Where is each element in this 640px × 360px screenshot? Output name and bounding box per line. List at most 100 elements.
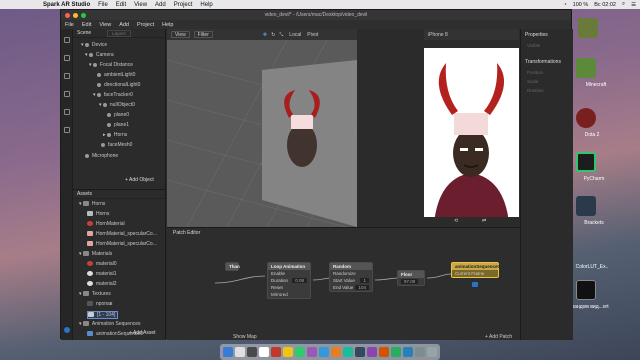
menu-project[interactable]: Project bbox=[174, 2, 193, 8]
view-dropdown[interactable]: View bbox=[171, 31, 190, 38]
patch-node-floor[interactable]: Floor 97.00 bbox=[397, 270, 425, 286]
dock-app-icon[interactable] bbox=[403, 347, 413, 357]
app-menu-help[interactable]: Help bbox=[162, 22, 173, 28]
asset-material0[interactable]: material0 bbox=[87, 261, 117, 267]
dock-app-icon[interactable] bbox=[391, 347, 401, 357]
dock-app-icon[interactable] bbox=[247, 347, 257, 357]
wifi-icon[interactable]: ◔ bbox=[563, 2, 566, 8]
dock-app-icon[interactable] bbox=[379, 347, 389, 357]
close-window-button[interactable] bbox=[65, 12, 70, 18]
patch-output-icon[interactable] bbox=[472, 282, 478, 287]
dock-app-icon[interactable] bbox=[331, 347, 341, 357]
scene-node-camera[interactable]: ▾ Camera bbox=[85, 52, 114, 58]
asset-horns-model[interactable]: Horns bbox=[87, 211, 109, 217]
dock-app-icon[interactable] bbox=[283, 347, 293, 357]
app-menu-project[interactable]: Project bbox=[137, 22, 154, 28]
dock-app-icon[interactable] bbox=[415, 347, 425, 357]
asset-texture-1[interactable]: пропав bbox=[87, 301, 112, 307]
menu-file[interactable]: File bbox=[98, 2, 108, 8]
asset-texture-sequence[interactable]: [1 - 104] bbox=[87, 311, 119, 319]
duration-input[interactable]: 0.08 bbox=[292, 278, 307, 283]
menu-list-icon[interactable]: ☰ bbox=[631, 2, 636, 8]
add-patch-button[interactable]: + Add Patch bbox=[485, 334, 512, 340]
dock-app-icon[interactable] bbox=[271, 347, 281, 357]
scene-node-ambient-light[interactable]: ambientLight0 bbox=[97, 72, 135, 78]
dock-app-icon[interactable] bbox=[295, 347, 305, 357]
help-icon[interactable] bbox=[64, 327, 70, 333]
pycharm-icon[interactable] bbox=[576, 152, 596, 172]
menu-add[interactable]: Add bbox=[155, 2, 166, 8]
scene-node-null-object[interactable]: ▾ nullObject0 bbox=[99, 102, 135, 108]
asset-folder-animation[interactable]: ▾ Animation Sequences bbox=[79, 321, 141, 327]
scene-tool-icon[interactable] bbox=[64, 37, 70, 43]
dock-app-icon[interactable] bbox=[259, 347, 269, 357]
asset-horn-material[interactable]: HornMaterial bbox=[87, 221, 125, 227]
app-menu-edit[interactable]: Edit bbox=[82, 22, 91, 28]
dock-app-icon[interactable] bbox=[367, 347, 377, 357]
patch-node-animation-sequence[interactable]: animationSequence0 Current Frame bbox=[451, 262, 500, 278]
play-icon[interactable] bbox=[64, 73, 70, 79]
filter-dropdown[interactable]: Filter bbox=[193, 31, 213, 38]
dock-app-icon[interactable] bbox=[319, 347, 329, 357]
cs-icon[interactable] bbox=[578, 18, 598, 38]
asset-horn-specular-2[interactable]: HornMaterial_specularCo... bbox=[87, 241, 157, 247]
app-menu-add[interactable]: Add bbox=[119, 22, 129, 28]
scene-node-device[interactable]: ▾ Device bbox=[81, 42, 107, 48]
start-value-input[interactable]: 1 bbox=[360, 278, 369, 283]
app-name-menu[interactable]: Spark AR Studio bbox=[43, 2, 90, 8]
asset-material2[interactable]: material2 bbox=[87, 281, 117, 287]
menu-view[interactable]: View bbox=[134, 2, 147, 8]
scene-node-face-mesh[interactable]: faceMesh0 bbox=[101, 142, 132, 148]
scene-node-horns[interactable]: ▸ Horns bbox=[103, 132, 127, 138]
asset-folder-textures[interactable]: ▾ Textures bbox=[79, 291, 111, 297]
device-selector[interactable]: iPhone 8 bbox=[428, 32, 448, 38]
asset-horn-specular-1[interactable]: HornMaterial_specularCo... bbox=[87, 231, 157, 237]
show-map-button[interactable]: Show Map bbox=[233, 334, 257, 340]
app-menu-file[interactable]: File bbox=[65, 22, 74, 28]
patch-node-loop-animation[interactable]: Loop Animation Enable Duration 0.08 Reset… bbox=[267, 262, 311, 299]
dota-icon[interactable] bbox=[576, 108, 596, 128]
dock-app-icon[interactable] bbox=[343, 347, 353, 357]
app-menu-view[interactable]: View bbox=[99, 22, 111, 28]
menu-help[interactable]: Help bbox=[200, 2, 212, 8]
upload-icon[interactable] bbox=[576, 280, 596, 300]
patch-node-than[interactable]: Than bbox=[225, 262, 240, 271]
scale-tool-icon[interactable]: ⤡ bbox=[279, 32, 283, 38]
dock-app-icon[interactable] bbox=[235, 347, 245, 357]
minimize-window-button[interactable] bbox=[73, 12, 78, 18]
asset-material1[interactable]: material1 bbox=[87, 271, 117, 277]
minecraft-icon[interactable] bbox=[576, 58, 596, 78]
scene-node-focal-distance[interactable]: ▾ Focal Distance bbox=[89, 62, 133, 68]
camera-switch-icon[interactable]: ⇄ bbox=[482, 218, 486, 224]
dock-app-icon[interactable] bbox=[355, 347, 365, 357]
add-object-button[interactable]: + Add Object bbox=[125, 177, 154, 183]
clock-text[interactable]: Вс 02:02 bbox=[594, 2, 616, 8]
rotate-device-icon[interactable]: ⟲ bbox=[454, 218, 458, 224]
scene-node-plane1[interactable]: plane1 bbox=[107, 122, 129, 128]
share-icon[interactable] bbox=[64, 109, 70, 115]
device-icon[interactable] bbox=[64, 91, 70, 97]
scene-node-plane0[interactable]: plane0 bbox=[107, 112, 129, 118]
move-tool-icon[interactable]: ✥ bbox=[263, 32, 267, 38]
dock-app-icon[interactable] bbox=[307, 347, 317, 357]
patch-node-random[interactable]: Random Randomize Start Value 1 End Value 1… bbox=[329, 262, 373, 292]
search-icon[interactable]: ⌕ bbox=[622, 1, 625, 8]
local-toggle[interactable]: Local bbox=[289, 32, 301, 38]
menu-edit[interactable]: Edit bbox=[116, 2, 126, 8]
brackets-icon[interactable] bbox=[576, 196, 596, 216]
patch-editor[interactable]: Patch Editor Than Loop Animation Enable … bbox=[167, 227, 520, 340]
dock-app-icon[interactable] bbox=[427, 347, 437, 357]
scene-node-directional-light[interactable]: directionalLight0 bbox=[97, 82, 140, 88]
scene-viewport[interactable]: View Filter ✥ ↻ ⤡ Local Pivot bbox=[167, 29, 357, 227]
asset-folder-horns[interactable]: ▾ Horns bbox=[79, 201, 105, 207]
pivot-toggle[interactable]: Pivot bbox=[307, 32, 318, 38]
scene-node-face-tracker[interactable]: ▾ faceTracker0 bbox=[93, 92, 133, 98]
rotate-tool-icon[interactable]: ↻ bbox=[271, 32, 275, 38]
asset-folder-materials[interactable]: ▾ Materials bbox=[79, 251, 112, 257]
upload-icon[interactable] bbox=[64, 127, 70, 133]
layers-tab[interactable]: Layers bbox=[107, 29, 131, 37]
zoom-window-button[interactable] bbox=[81, 12, 86, 18]
battery-text[interactable]: 100 % bbox=[573, 2, 589, 8]
edit-tool-icon[interactable] bbox=[64, 55, 70, 61]
device-preview[interactable] bbox=[424, 48, 519, 228]
